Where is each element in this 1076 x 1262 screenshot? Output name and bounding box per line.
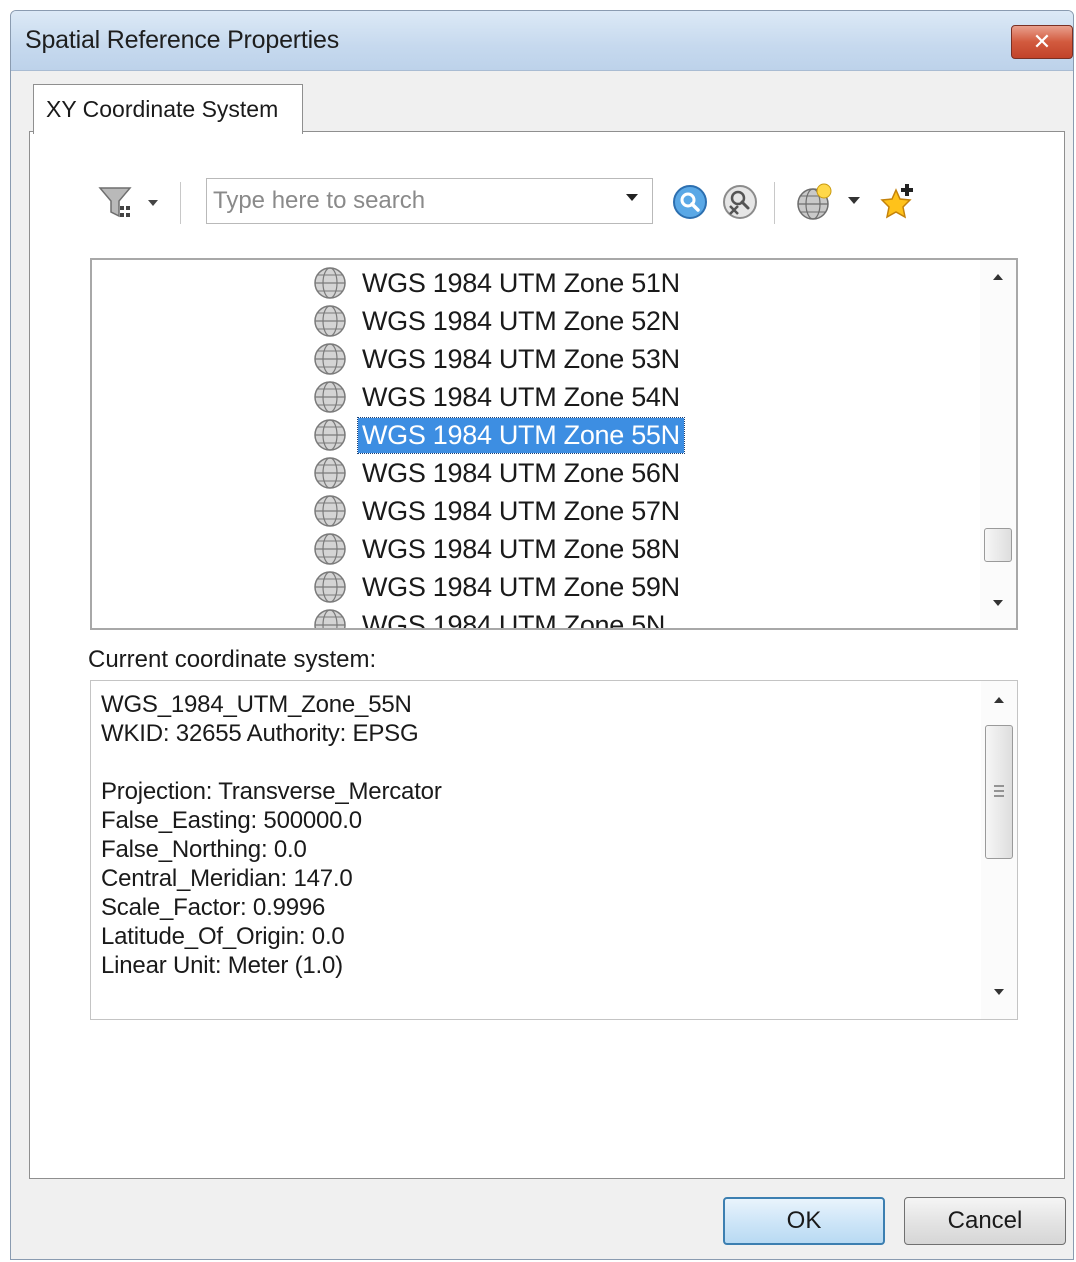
detail-line: Central_Meridian: 147.0 [101,865,353,892]
globe-icon [314,305,346,337]
tree-item[interactable]: WGS 1984 UTM Zone 59N [312,568,684,606]
tree-item-label: WGS 1984 UTM Zone 56N [362,457,680,488]
tree-scrollbar[interactable] [980,260,1016,628]
search-field[interactable] [206,178,653,224]
chevron-down-icon [993,600,1003,606]
scroll-up-button[interactable] [980,266,1016,296]
globe-icon [314,571,346,603]
tree-item[interactable]: WGS 1984 UTM Zone 53N [312,340,684,378]
detail-line: WKID: 32655 Authority: EPSG [101,720,419,747]
current-coordinate-system-details[interactable]: WGS_1984_UTM_Zone_55N WKID: 32655 Author… [90,680,1018,1020]
toolbar-separator [774,182,776,224]
scroll-down-button[interactable] [980,592,1016,622]
toolbar-separator [180,182,182,224]
scroll-up-button[interactable] [981,689,1017,719]
globe-icon [314,267,346,299]
cancel-button[interactable]: Cancel [904,1197,1066,1245]
globe-icon [314,419,346,451]
tree-item-label: WGS 1984 UTM Zone 51N [362,267,680,298]
detail-line: Scale_Factor: 0.9996 [101,894,326,921]
search-icon [673,185,707,219]
chevron-down-icon [848,197,860,204]
ok-button[interactable]: OK [723,1197,885,1245]
scroll-down-button[interactable] [981,981,1017,1011]
scroll-thumb[interactable] [984,528,1012,562]
add-favorite-button[interactable] [878,182,918,222]
detail-line: False_Northing: 0.0 [101,836,307,863]
chevron-down-icon [148,200,158,206]
globe-icon [314,609,346,628]
detail-line: Projection: Transverse_Mercator [101,778,442,805]
search-dropdown-button[interactable] [618,187,646,215]
tree-item[interactable]: WGS 1984 UTM Zone 54N [312,378,684,416]
window-title: Spatial Reference Properties [25,26,340,54]
tree-item-label: WGS 1984 UTM Zone 59N [362,571,680,602]
tree-item-label: WGS 1984 UTM Zone 54N [362,381,680,412]
add-coordinate-system-button[interactable] [794,182,834,222]
filter-button[interactable] [96,182,176,224]
current-coordinate-system-label: Current coordinate system: [88,646,377,673]
add-coordinate-system-dropdown[interactable] [844,190,864,214]
clear-search-button[interactable] [720,182,760,222]
tree-item[interactable]: WGS 1984 UTM Zone 52N [312,302,684,340]
clear-search-icon [723,185,757,219]
search-input[interactable] [213,185,603,217]
chevron-down-icon [994,989,1004,995]
detail-line: WGS_1984_UTM_Zone_55N [101,691,412,718]
coordinate-system-tree[interactable]: WGS 1984 UTM Zone 51N WGS 1984 UTM Zone … [90,258,1018,630]
detail-line: False_Easting: 500000.0 [101,807,362,834]
tree-item-selected[interactable]: WGS 1984 UTM Zone 55N [312,416,685,454]
detail-line: Latitude_Of_Origin: 0.0 [101,923,345,950]
tree-item[interactable]: WGS 1984 UTM Zone 5N [312,606,669,630]
close-button[interactable]: ✕ [1011,25,1073,59]
globe-add-icon [797,183,832,220]
globe-icon [314,343,346,375]
tab-xy-coordinate-system[interactable]: XY Coordinate System [33,84,303,134]
tree-item-label: WGS 1984 UTM Zone 58N [362,533,680,564]
title-bar[interactable]: Spatial Reference Properties ✕ [11,11,1073,71]
tab-panel: WGS 1984 UTM Zone 51N WGS 1984 UTM Zone … [29,131,1065,1179]
tree-item-label: WGS 1984 UTM Zone 5N [362,609,666,630]
tab-label: XY Coordinate System [46,96,279,122]
tree-item[interactable]: WGS 1984 UTM Zone 56N [312,454,684,492]
chevron-up-icon [993,274,1003,280]
globe-icon [314,495,346,527]
tree-item[interactable]: WGS 1984 UTM Zone 51N [312,264,684,302]
details-scrollbar[interactable] [981,681,1017,1019]
filter-icon [98,187,158,218]
tree-item-label: WGS 1984 UTM Zone 57N [362,495,680,526]
scroll-thumb[interactable] [985,725,1013,859]
tree-item-label: WGS 1984 UTM Zone 52N [362,305,680,336]
tree-item-label: WGS 1984 UTM Zone 55N [357,416,685,454]
globe-icon [314,533,346,565]
tree-item-label: WGS 1984 UTM Zone 53N [362,343,680,374]
add-favorite-icon [880,184,913,219]
grip-icon [994,785,1004,797]
tree-item[interactable]: WGS 1984 UTM Zone 57N [312,492,684,530]
chevron-up-icon [994,697,1004,703]
globe-icon [314,457,346,489]
detail-line: Linear Unit: Meter (1.0) [101,952,343,979]
chevron-down-icon [626,194,638,201]
globe-icon [314,381,346,413]
spatial-reference-dialog: Spatial Reference Properties ✕ XY Coordi… [10,10,1074,1260]
search-button[interactable] [670,182,710,222]
tree-item[interactable]: WGS 1984 UTM Zone 58N [312,530,684,568]
